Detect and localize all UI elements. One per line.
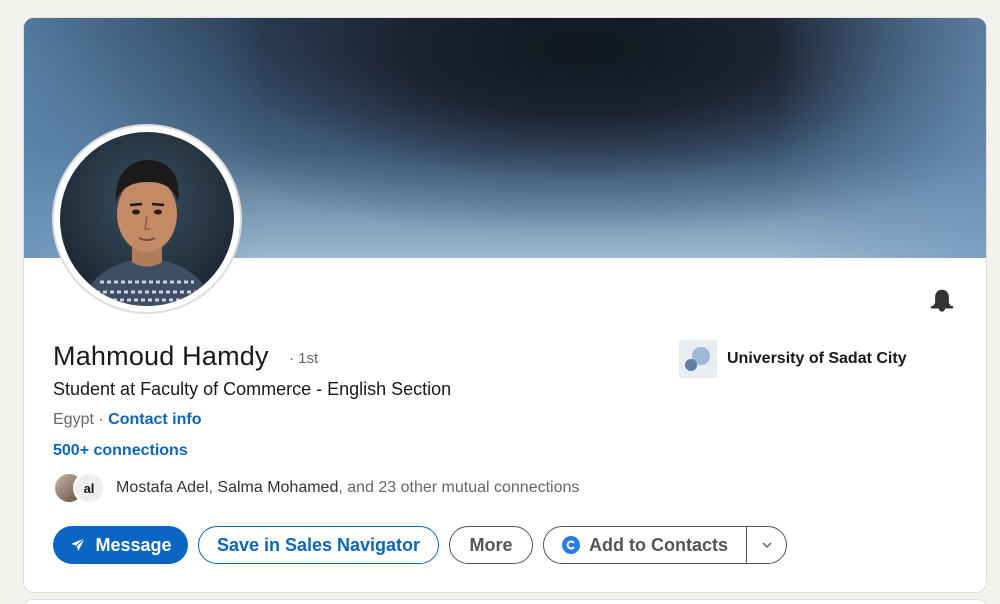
chevron-down-icon	[761, 542, 772, 549]
location-text: Egypt ·	[53, 411, 109, 428]
add-to-contacts-label: Add to Contacts	[589, 534, 728, 555]
mutual-avatars: al	[53, 471, 109, 505]
google-contacts-icon	[562, 536, 580, 554]
mutual-name: Salma Mohamed	[217, 479, 339, 496]
university-name: University of Sadat City	[727, 350, 907, 367]
university-logo-icon	[679, 340, 717, 378]
message-button[interactable]: Message	[53, 526, 188, 564]
add-to-contacts-dropdown[interactable]	[747, 527, 786, 563]
add-to-contacts-button[interactable]: Add to Contacts	[544, 527, 747, 563]
message-label: Message	[95, 534, 172, 555]
add-to-contacts-split-button: Add to Contacts	[543, 526, 787, 564]
send-icon	[71, 537, 86, 551]
save-sales-navigator-button[interactable]: Save in Sales Navigator	[198, 526, 439, 564]
more-button[interactable]: More	[449, 526, 533, 564]
profile-headline: Student at Faculty of Commerce - English…	[53, 379, 452, 399]
mutual-connections[interactable]: al Mostafa Adel, Salma Mohamed, and 23 o…	[53, 471, 579, 505]
notification-bell-icon[interactable]	[927, 286, 957, 316]
connection-degree: · 1st	[289, 350, 319, 367]
avatar	[60, 132, 234, 306]
contact-info-link[interactable]: Contact info	[108, 411, 201, 428]
profile-name: Mahmoud Hamdy	[53, 341, 269, 371]
profile-photo[interactable]	[54, 126, 240, 312]
mutual-avatar: al	[73, 472, 105, 504]
profile-card: Mahmoud Hamdy · 1st Student at Faculty o…	[24, 18, 986, 592]
mutual-suffix: , and 23 other mutual connections	[338, 479, 580, 496]
education-link[interactable]: University of Sadat City	[679, 340, 907, 378]
profile-actions: Message Save in Sales Navigator More Add…	[53, 526, 787, 564]
connections-link[interactable]: 500+ connections	[53, 442, 188, 460]
mutual-name: Mostafa Adel	[116, 479, 209, 496]
next-card-edge	[24, 600, 986, 604]
location-row: Egypt · Contact info	[53, 411, 201, 429]
